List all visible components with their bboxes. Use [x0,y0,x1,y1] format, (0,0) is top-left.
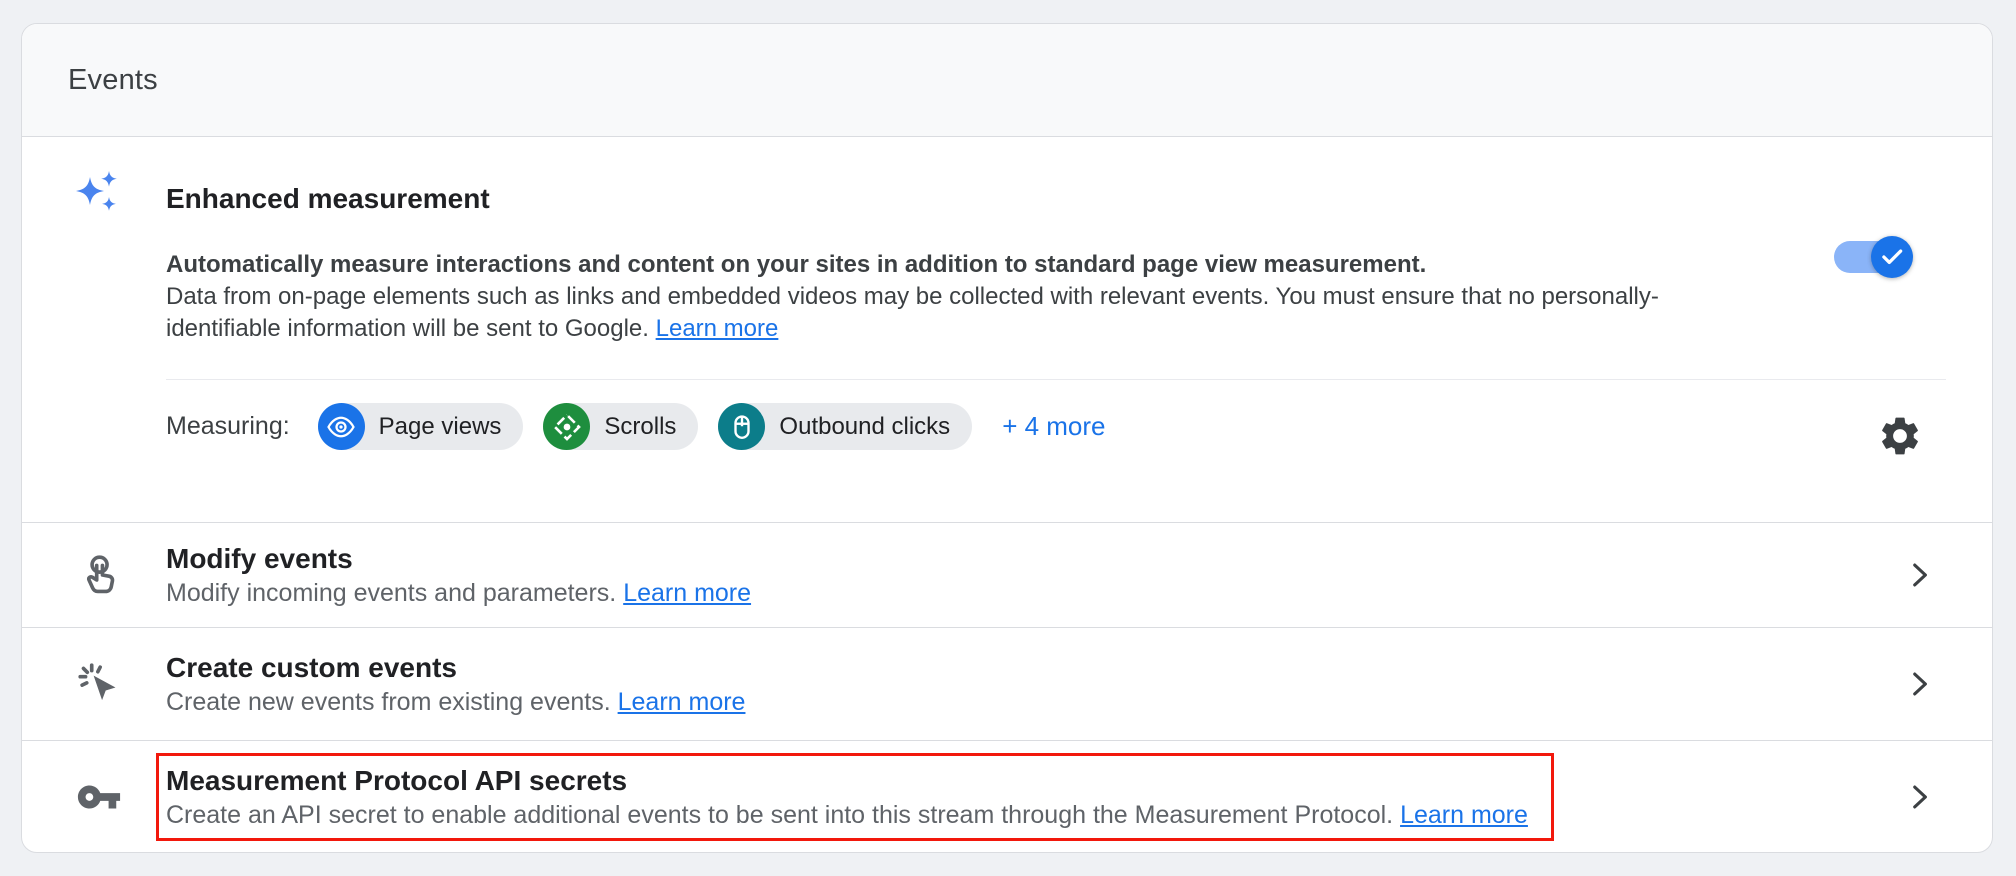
api-secrets-learn-more-link[interactable]: Learn more [1400,801,1528,829]
eye-icon [318,403,365,450]
section-inner-divider [166,379,1946,380]
measuring-row: Measuring: Page views [166,403,1106,450]
row-text: Modify events Modify incoming events and… [166,541,751,609]
scroll-icon [543,403,590,450]
row-title: Create custom events [166,650,745,686]
description-line-2: Data from on-page elements such as links… [166,281,1659,313]
chevron-right-icon[interactable] [1902,667,1936,701]
row-measurement-protocol-api-secrets[interactable]: Measurement Protocol API secrets Create … [22,741,1992,853]
cursor-sparks-icon [76,661,122,707]
row-create-custom-events[interactable]: Create custom events Create new events f… [22,628,1992,741]
touch-icon [76,552,122,598]
chip-outbound-clicks: Outbound clicks [718,403,972,450]
row-subtitle: Modify incoming events and parameters. L… [166,577,751,609]
sparkle-icon [74,169,122,217]
card-header: Events [22,24,1992,137]
enhanced-learn-more-link[interactable]: Learn more [656,315,779,342]
chevron-right-icon[interactable] [1902,558,1936,592]
enhanced-measurement-toggle[interactable] [1834,241,1910,273]
gear-icon[interactable] [1877,413,1923,459]
chip-page-views: Page views [318,403,524,450]
enhanced-measurement-title: Enhanced measurement [166,183,490,215]
mouse-icon [718,403,765,450]
row-title: Modify events [166,541,751,577]
row-subtitle: Create an API secret to enable additiona… [166,799,1528,831]
key-icon [76,774,122,820]
chip-label: Outbound clicks [779,413,950,441]
chip-scrolls: Scrolls [543,403,698,450]
chevron-right-icon[interactable] [1902,780,1936,814]
enhanced-measurement-section: Enhanced measurement Automatically measu… [22,137,1992,523]
events-card: Events Enhanced measurement Automaticall… [21,23,1993,853]
row-modify-events[interactable]: Modify events Modify incoming events and… [22,523,1992,628]
row-subtitle: Create new events from existing events. … [166,686,745,718]
chip-label: Page views [379,413,502,441]
toggle-thumb-check-icon [1871,236,1913,278]
description-line-3: identifiable information will be sent to… [166,313,1659,345]
create-custom-events-learn-more-link[interactable]: Learn more [618,688,746,716]
more-measurements-link[interactable]: + 4 more [1002,411,1105,442]
description-bold-line: Automatically measure interactions and c… [166,249,1659,281]
modify-events-learn-more-link[interactable]: Learn more [623,579,751,607]
enhanced-measurement-description: Automatically measure interactions and c… [166,249,1659,345]
row-text: Create custom events Create new events f… [166,650,745,718]
page-title: Events [68,64,158,97]
row-title: Measurement Protocol API secrets [166,763,1528,799]
row-text: Measurement Protocol API secrets Create … [166,763,1528,831]
measuring-label: Measuring: [166,412,290,441]
chip-label: Scrolls [604,413,676,441]
